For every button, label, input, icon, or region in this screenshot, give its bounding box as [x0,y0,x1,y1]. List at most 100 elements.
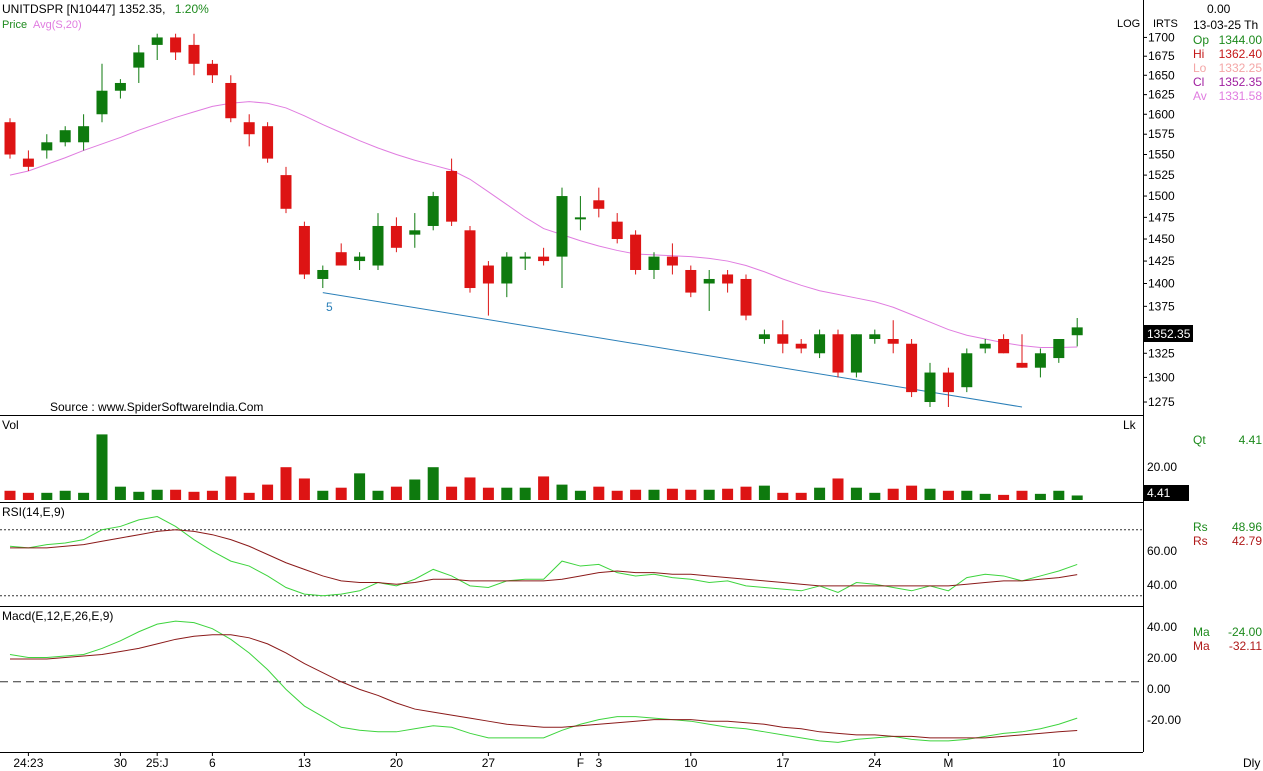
candle-body [1016,362,1028,368]
candle-body [850,334,862,373]
volume-bar [666,488,678,500]
candle-body [96,90,108,115]
macd-signal-line [10,634,1078,739]
candle-body [501,256,513,284]
candle-body [335,252,347,266]
info-op-value: 1344.00 [1219,33,1263,47]
price-tick-label: 1275 [1148,395,1175,409]
candle-body [390,225,402,248]
macd-tick-40: 40.00 [1147,620,1177,634]
avg-label: Avg(S,20) [33,19,82,31]
info-date: 13-03-25 Th [1193,18,1258,32]
candle-body [740,278,752,316]
x-tick-label: 24 [868,756,882,770]
x-tick-label: 20 [390,756,404,770]
volume-bar [538,476,550,500]
candle-body [703,278,715,284]
candle-body [427,196,439,226]
candle-body [41,142,53,151]
volume-bar [482,487,494,500]
candle-body [887,339,899,344]
candle-body [998,339,1010,354]
candle-body [814,334,826,354]
macd-tick-neg20: -20.00 [1147,713,1181,727]
candle-body [243,122,255,135]
candle-body [298,225,310,275]
volume-bar [114,486,126,500]
volume-bar [979,493,991,500]
price-tick-label: 1625 [1148,88,1175,102]
candle-body [354,256,366,262]
volume-bar [942,490,954,500]
candle-body [4,122,16,155]
volume-bar [22,492,34,500]
candle-body [519,256,531,259]
candle-body [262,126,274,159]
rsi-layer [0,516,1143,597]
volume-tick: 20.00 [1147,460,1177,474]
rsi-rs1-value: 48.96 [1232,520,1262,534]
volume-qt-label: Qt [1193,433,1206,447]
rsi-rs1-label: Rs [1193,520,1208,534]
volume-bar [740,486,752,500]
volume-bar [188,491,200,500]
source-text: Source : www.SpiderSoftwareIndia.Com [50,400,263,414]
rsi-label: RSI(14,E,9) [2,505,65,519]
rsi-tick-60: 60.00 [1147,544,1177,558]
volume-bar [1071,495,1083,500]
volume-bar [556,484,568,500]
volume-bar [924,488,936,500]
volume-qt-value: 4.41 [1239,433,1263,447]
volume-bar [850,487,862,500]
volume-bar [1034,493,1046,500]
volume-layer [4,434,1083,500]
volume-bar [722,488,734,500]
macd-label: Macd(E,12,E,26,E,9) [2,609,113,623]
candle-body [446,170,458,222]
volume-bar [998,494,1010,500]
x-tick-label: 3 [595,756,602,770]
volume-bar [961,490,973,500]
info-box: 0.00 13-03-25 Th Op 1344.00 Hi 1362.40 L… [1193,2,1262,103]
price-tick-label: 1600 [1148,107,1175,121]
candle-body [630,234,642,270]
volume-tag: 4.41 [1144,485,1189,501]
volume-bar [1053,490,1065,500]
volume-bar [78,492,90,500]
volume-bar [354,473,366,500]
price-tick-label: 1700 [1148,30,1175,44]
candle-body [22,158,34,167]
candle-body [795,343,807,349]
price-tick-label: 1450 [1148,232,1175,246]
volume-tag-text: 4.41 [1147,486,1171,500]
volume-bar [335,487,347,500]
macd-layer [0,620,1143,743]
stock-chart: 1700 1675 1650 1625 1600 1575 1550 1525 1500 1475… [0,0,1263,770]
x-tick-label: 13 [298,756,312,770]
info-av-value: 1331.58 [1219,89,1263,103]
price-tick-label: 1400 [1148,276,1175,290]
price-tick-label: 1575 [1148,127,1175,141]
candle-body [1034,353,1046,368]
price-tick-label: 1675 [1148,49,1175,63]
candle-body [611,221,623,240]
candle-body [666,256,678,266]
volume-bar [630,489,642,500]
volume-bar [519,487,531,500]
candle-body [317,269,329,279]
candle-body [593,200,605,209]
volume-bar [427,467,439,500]
candle-body [170,37,182,53]
info-cl-label: Cl [1193,75,1204,89]
volume-bar [758,485,770,500]
volume-bar [280,467,292,500]
x-axis: 24:23 30 25:J 6 13 20 27 F 3 10 17 24 M 10 [13,752,1066,770]
macd-tick-0: 0.00 [1147,682,1171,696]
volume-bar [501,487,513,500]
rsi-rs2-value: 42.79 [1232,534,1262,548]
candle-body [777,334,789,344]
candle-body [924,372,936,403]
price-tick-label: 1300 [1148,370,1175,384]
volume-bar [611,490,623,500]
volume-bar [133,491,145,500]
